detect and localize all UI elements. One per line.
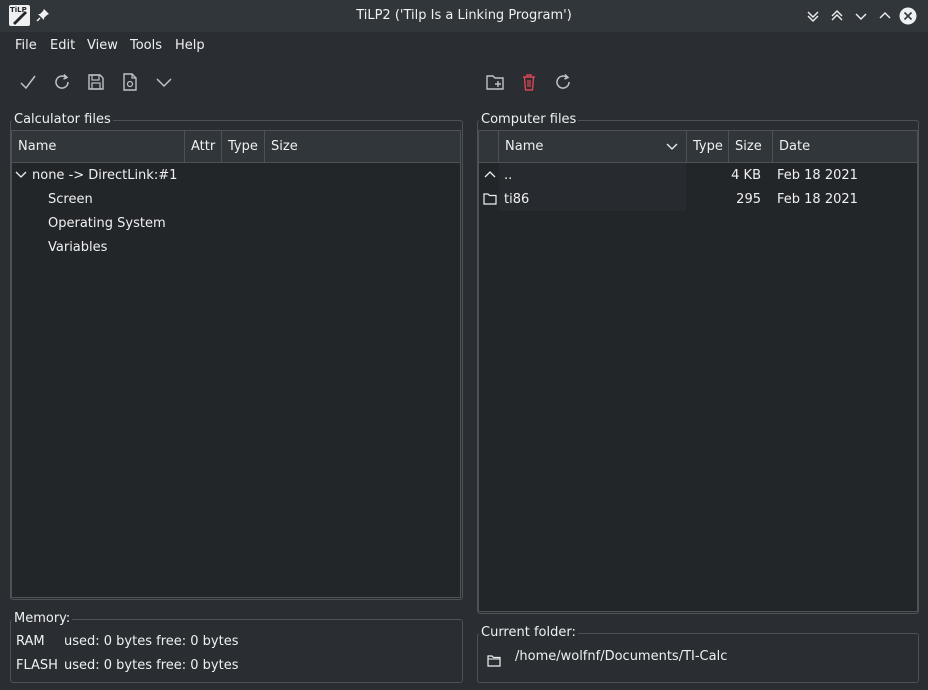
tree-item-screen[interactable]: Screen [48, 192, 93, 207]
double-chevron-up-icon [831, 10, 843, 21]
ram-label: RAM [16, 634, 45, 649]
computer-list-header: Name Type Size Date [479, 131, 917, 163]
folder-icon [483, 193, 497, 205]
calculator-files-title: Calculator files [12, 112, 113, 127]
check-icon [20, 75, 36, 90]
document-refresh-icon [123, 73, 137, 91]
chevron-down-icon [15, 171, 27, 178]
column-date[interactable]: Date [773, 131, 917, 162]
menu-tools[interactable]: Tools [130, 38, 162, 53]
refresh-computer-button[interactable] [551, 70, 575, 94]
memory-title: Memory: [12, 611, 73, 626]
refresh-icon [55, 73, 69, 89]
tree-expand-icon[interactable] [15, 169, 27, 181]
current-folder-path: /home/wolfnf/Documents/TI-Calc [515, 649, 728, 664]
more-button[interactable] [152, 70, 176, 94]
column-size[interactable]: Size [729, 131, 773, 162]
column-type[interactable]: Type [222, 131, 265, 162]
delete-button[interactable] [517, 70, 541, 94]
minimize-button[interactable] [852, 7, 870, 25]
file-size: 295 [736, 192, 761, 207]
refresh-icon [556, 73, 570, 89]
tree-item-variables[interactable]: Variables [48, 240, 107, 255]
save-button[interactable] [84, 70, 108, 94]
ready-button[interactable] [16, 70, 40, 94]
computer-files-title: Computer files [479, 112, 579, 127]
computer-file-list[interactable]: Name Type Size Date .. 4 KB Feb 18 2021 … [478, 130, 918, 612]
calculator-tree[interactable]: Name Attr Type Size none -> DirectLink:#… [11, 130, 461, 598]
column-icon [479, 131, 499, 162]
folder-icon [483, 193, 497, 205]
column-name[interactable]: Name [12, 131, 185, 162]
parent-dir-icon [484, 169, 496, 181]
folder-icon [487, 655, 501, 667]
file-date: Feb 18 2021 [777, 168, 858, 183]
chevron-down-icon [666, 143, 678, 150]
menu-help[interactable]: Help [175, 38, 205, 53]
keep-below-button[interactable] [804, 7, 822, 25]
file-name[interactable]: ti86 [504, 192, 529, 207]
list-row-bg [499, 163, 686, 187]
column-name[interactable]: Name [499, 131, 687, 162]
close-button[interactable] [899, 7, 917, 25]
menu-file[interactable]: File [15, 38, 37, 53]
chevron-down-icon [156, 78, 172, 88]
folder-new-icon [486, 75, 504, 90]
refresh-calc-button[interactable] [50, 70, 74, 94]
tree-item-operating-system[interactable]: Operating System [48, 216, 166, 231]
ram-value: used: 0 bytes free: 0 bytes [64, 634, 239, 649]
document-button[interactable] [118, 70, 142, 94]
column-attr[interactable]: Attr [185, 131, 222, 162]
close-icon [899, 7, 917, 25]
maximize-button[interactable] [876, 7, 894, 25]
file-name[interactable]: .. [504, 168, 512, 183]
chevron-up-icon [879, 12, 891, 19]
file-size: 4 KB [731, 168, 761, 183]
flash-label: FLASH [16, 658, 58, 673]
sort-indicator-icon [666, 141, 678, 153]
chevron-up-icon [484, 171, 496, 178]
memory-group [10, 619, 463, 683]
tree-root[interactable]: none -> DirectLink:#1 [32, 168, 177, 183]
column-type[interactable]: Type [687, 131, 729, 162]
menu-edit[interactable]: Edit [50, 38, 75, 53]
keep-above-button[interactable] [828, 7, 846, 25]
flash-value: used: 0 bytes free: 0 bytes [64, 658, 239, 673]
column-size[interactable]: Size [265, 131, 460, 162]
save-icon [88, 74, 104, 90]
new-folder-button[interactable] [483, 70, 507, 94]
file-date: Feb 18 2021 [777, 192, 858, 207]
chevron-down-icon [855, 13, 867, 20]
calculator-tree-header: Name Attr Type Size [12, 131, 460, 163]
trash-icon [523, 74, 535, 91]
current-folder-title: Current folder: [479, 625, 578, 640]
double-chevron-down-icon [807, 11, 819, 22]
menu-view[interactable]: View [87, 38, 118, 53]
window-title: TiLP2 ('Tilp Is a Linking Program') [356, 8, 572, 23]
